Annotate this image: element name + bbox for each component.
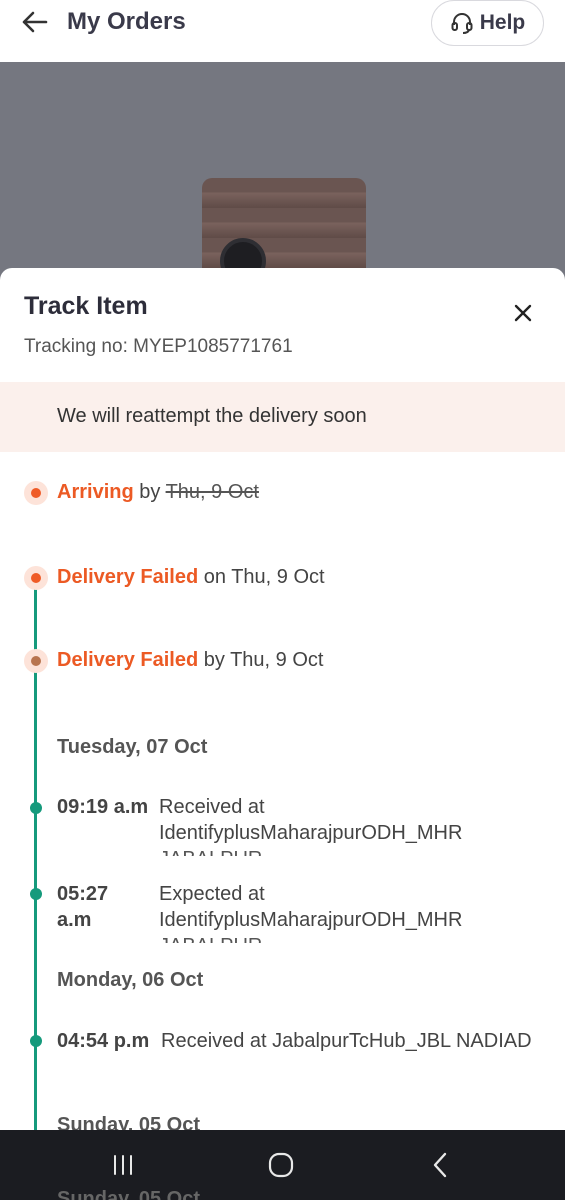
day-heading: Sunday, 05 Oct bbox=[57, 1114, 201, 1130]
event-description: Received at JabalpurTcHub_JBL NADIAD bbox=[161, 1030, 532, 1052]
arriving-label: Arriving bbox=[57, 481, 134, 503]
sheet-title: Track Item bbox=[24, 292, 148, 320]
event-location-line2: JABALPUR bbox=[159, 933, 462, 943]
headset-icon bbox=[451, 13, 473, 34]
day-heading: Monday, 06 Oct bbox=[57, 969, 204, 991]
event-time: 09:19 a.m bbox=[57, 796, 149, 818]
notice-text: We will reattempt the delivery soon bbox=[57, 405, 367, 427]
tracking-number: Tracking no: MYEP1085771761 bbox=[24, 336, 293, 357]
delivery-failed-row: Delivery Failed by Thu, 9 Oct bbox=[57, 649, 323, 672]
delivery-failed-row: Delivery Failed on Thu, 9 Oct bbox=[57, 566, 325, 589]
product-backdrop bbox=[0, 62, 565, 298]
day-heading: Tuesday, 07 Oct bbox=[57, 736, 208, 758]
day-heading-peek: Sunday, 05 Oct bbox=[57, 1188, 201, 1200]
event-dot bbox=[30, 802, 42, 814]
help-button[interactable]: Help bbox=[431, 0, 544, 46]
event-location-line2: JABALPUR bbox=[159, 846, 462, 856]
delivery-failed-date: Thu, 9 Oct bbox=[230, 649, 324, 671]
home-button[interactable] bbox=[261, 1148, 301, 1182]
close-icon bbox=[514, 304, 532, 322]
event-location: IdentifyplusMaharajpurODH_MHR bbox=[159, 909, 463, 931]
delivery-failed-date: Thu, 9 Oct bbox=[231, 566, 325, 588]
help-label: Help bbox=[479, 11, 526, 34]
back-button[interactable] bbox=[14, 6, 54, 38]
delivery-failed-label: Delivery Failed bbox=[57, 566, 199, 588]
nav-back-button[interactable] bbox=[420, 1148, 460, 1182]
event-dot bbox=[30, 1035, 42, 1047]
delivery-failed-prefix: on bbox=[203, 566, 226, 588]
nav-back-icon bbox=[433, 1152, 447, 1178]
track-item-sheet: Track Item Tracking no: MYEP1085771761 W… bbox=[0, 268, 565, 1130]
app-bar: My Orders Help bbox=[0, 0, 565, 62]
close-button[interactable] bbox=[508, 298, 538, 328]
arriving-row: Arriving by Thu, 9 Oct bbox=[57, 481, 259, 504]
event-time: 05:27 a.m bbox=[57, 883, 109, 931]
delivery-failed-label: Delivery Failed bbox=[57, 649, 199, 671]
event-time: 04:54 p.m bbox=[57, 1030, 150, 1052]
status-dot bbox=[24, 566, 48, 590]
event-desc-text: Expected at bbox=[159, 883, 265, 905]
reattempt-notice: We will reattempt the delivery soon bbox=[0, 382, 565, 452]
delivery-failed-prefix: by bbox=[203, 649, 225, 671]
status-dot bbox=[24, 649, 48, 673]
arriving-prefix: by bbox=[139, 481, 161, 503]
arrow-left-icon bbox=[22, 11, 48, 33]
event-description: Expected at IdentifyplusMaharajpurODH_MH… bbox=[159, 881, 462, 943]
event-dot bbox=[30, 888, 42, 900]
event-description: Received at IdentifyplusMaharajpurODH_MH… bbox=[159, 794, 462, 856]
status-dot bbox=[24, 481, 48, 505]
event-location: IdentifyplusMaharajpurODH_MHR bbox=[159, 822, 463, 844]
page-title: My Orders bbox=[67, 8, 186, 35]
home-icon bbox=[268, 1152, 294, 1178]
event-desc-text: Received at bbox=[159, 796, 265, 818]
recents-icon bbox=[114, 1155, 132, 1175]
recents-button[interactable] bbox=[103, 1148, 143, 1182]
arriving-date: Thu, 9 Oct bbox=[165, 481, 259, 503]
